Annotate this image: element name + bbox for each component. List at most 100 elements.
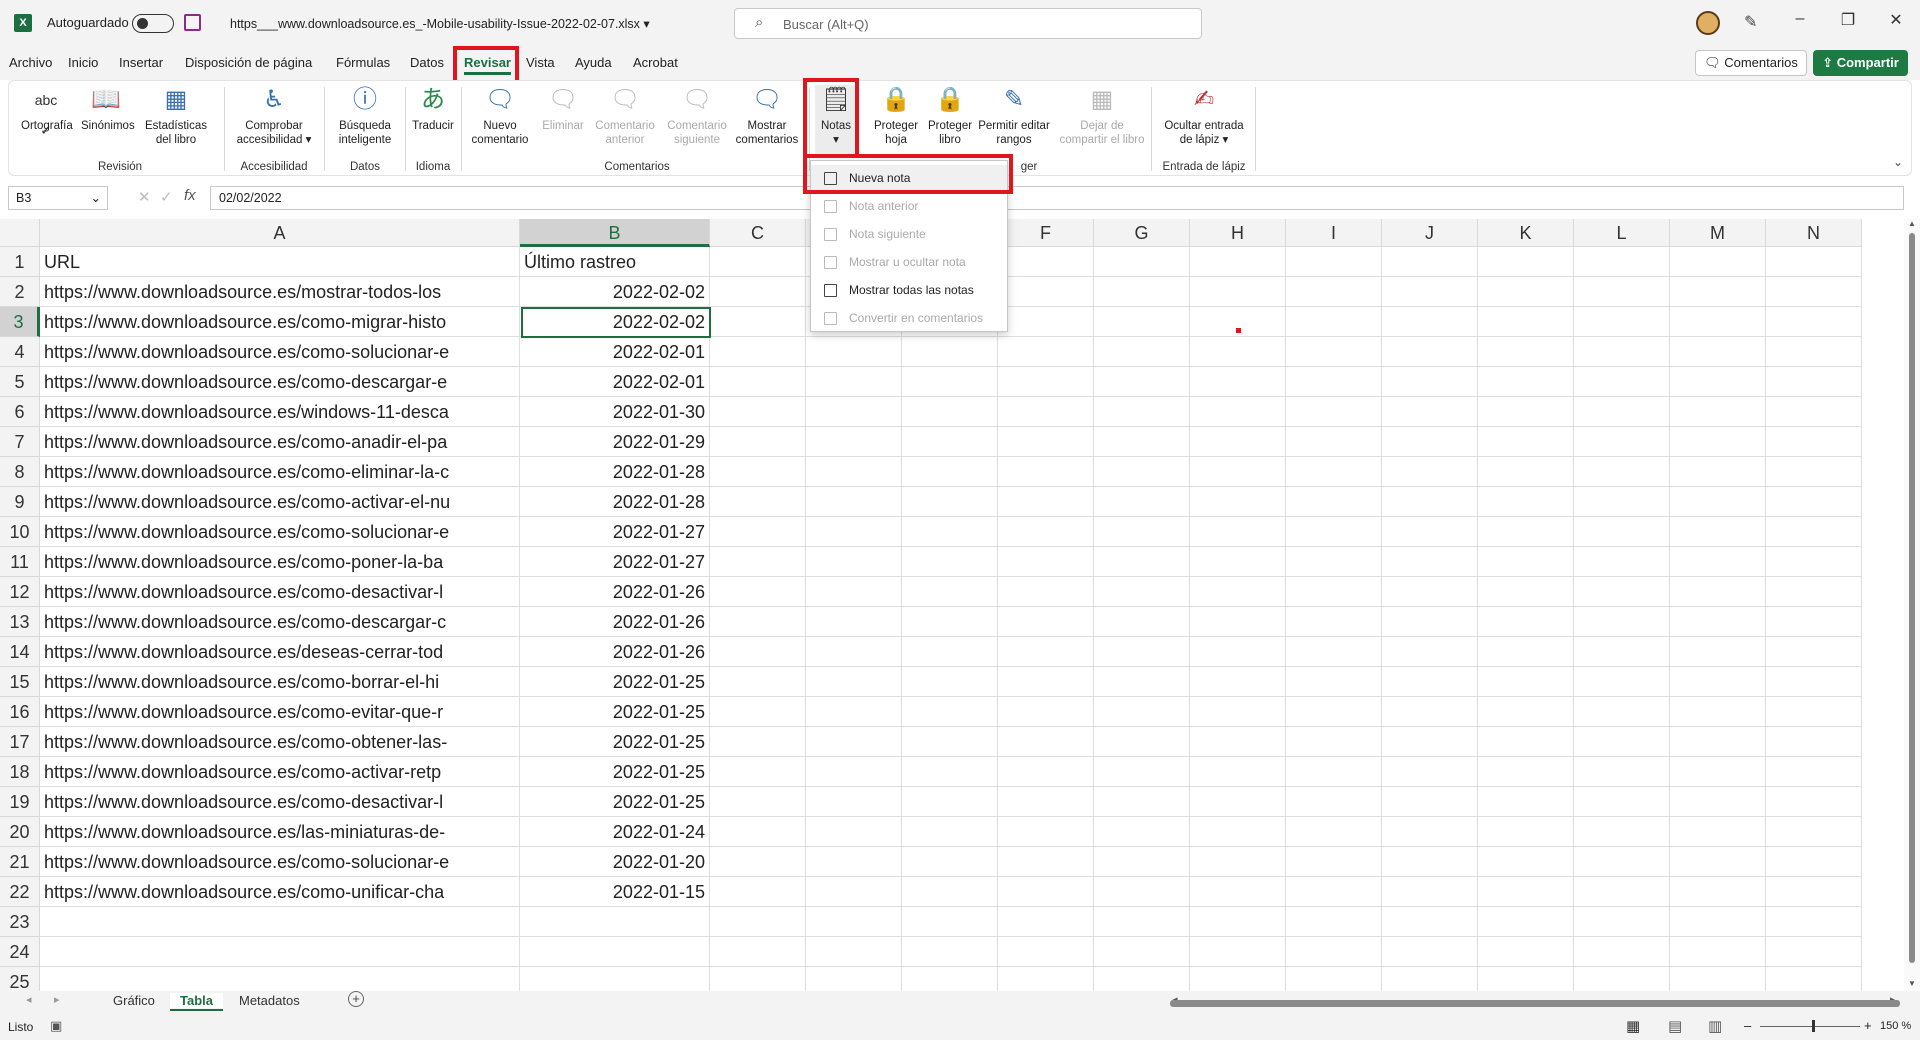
cell-empty[interactable] [902,697,998,727]
cell-empty[interactable] [902,667,998,697]
nuevo-comentario-button[interactable]: 🗨 Nuevo comentario [467,85,533,147]
cell-empty[interactable] [1382,247,1478,277]
cell-empty[interactable] [1190,277,1286,307]
cell-date[interactable]: 2022-01-20 [520,847,710,877]
formula-input[interactable]: 02/02/2022 [210,186,1904,210]
file-name[interactable]: https___www.downloadsource.es_-Mobile-us… [230,16,650,31]
cell-empty[interactable] [1574,877,1670,907]
eliminar-button[interactable]: 🗨 Eliminar [537,85,589,133]
cell-empty[interactable] [806,727,902,757]
cell-empty[interactable] [998,757,1094,787]
row-header[interactable]: 12 [0,577,40,607]
cell-empty[interactable] [1478,307,1574,337]
cell-empty[interactable] [806,517,902,547]
cell-empty[interactable] [998,307,1094,337]
cell-empty[interactable] [1766,877,1862,907]
row-header[interactable]: 14 [0,637,40,667]
cell-empty[interactable] [998,877,1094,907]
cell-empty[interactable] [902,367,998,397]
cell-empty[interactable] [1766,757,1862,787]
collapse-ribbon-icon[interactable]: ⌄ [1893,155,1903,169]
cell-empty[interactable] [1478,697,1574,727]
cell-empty[interactable] [1574,337,1670,367]
column-header[interactable]: K [1478,219,1574,247]
cell-empty[interactable] [1094,847,1190,877]
cell-empty[interactable] [1766,907,1862,937]
cell-empty[interactable] [1190,517,1286,547]
cell-empty[interactable] [1286,847,1382,877]
comprobar-button[interactable]: ♿ Comprobar accesibilidad ▾ [229,85,319,147]
cell-empty[interactable] [998,367,1094,397]
vertical-scroll-thumb[interactable] [1909,233,1915,963]
cell-url[interactable]: https://www.downloadsource.es/como-soluc… [40,847,520,877]
cell-empty[interactable] [1766,787,1862,817]
notes-menu-item[interactable]: Mostrar todas las notas [811,277,1007,303]
row-header[interactable]: 2 [0,277,40,307]
cell-empty[interactable] [1766,967,1862,991]
cell-empty[interactable] [1574,937,1670,967]
column-header[interactable]: L [1574,219,1670,247]
cell-empty[interactable] [1190,667,1286,697]
cell-url[interactable]: https://www.downloadsource.es/como-soluc… [40,517,520,547]
cell-empty[interactable] [1190,757,1286,787]
cell-url[interactable]: https://www.downloadsource.es/como-activ… [40,757,520,787]
cell-empty[interactable] [1286,427,1382,457]
cell-empty[interactable] [1574,907,1670,937]
cell-empty[interactable] [1670,247,1766,277]
cell-empty[interactable] [1670,907,1766,937]
next-sheet-icon[interactable]: ▸ [54,993,60,1006]
cell-empty[interactable] [1382,967,1478,991]
cell-empty[interactable] [1478,967,1574,991]
cell-empty[interactable] [1190,547,1286,577]
tab-datos[interactable]: Datos [410,55,444,70]
cell-empty[interactable] [1190,247,1286,277]
column-header[interactable]: J [1382,219,1478,247]
cell-url[interactable]: https://www.downloadsource.es/como-desca… [40,607,520,637]
row-header[interactable]: 22 [0,877,40,907]
cell-empty[interactable] [1382,847,1478,877]
row-header[interactable]: 17 [0,727,40,757]
sheet-tab-tabla[interactable]: Tabla [170,993,223,1011]
cell-empty[interactable] [1766,937,1862,967]
cell-empty[interactable] [1286,607,1382,637]
cell-url[interactable]: https://www.downloadsource.es/como-anadi… [40,427,520,457]
cell-empty[interactable] [1670,277,1766,307]
cell-empty[interactable] [902,757,998,787]
cell-empty[interactable] [710,427,806,457]
normal-view-icon[interactable]: ▦ [1626,1017,1640,1035]
cell-empty[interactable] [902,787,998,817]
cell-empty[interactable] [1478,937,1574,967]
cell-empty[interactable] [1382,397,1478,427]
cell-empty[interactable] [902,967,998,991]
cell-empty[interactable] [1286,637,1382,667]
cell-empty[interactable] [1190,817,1286,847]
mostrar-comentarios-button[interactable]: 🗨 Mostrar comentarios [731,85,803,147]
cell-empty[interactable] [1190,907,1286,937]
cell-url[interactable]: https://www.downloadsource.es/como-poner… [40,547,520,577]
cell-empty[interactable] [998,337,1094,367]
cell-empty[interactable] [1286,457,1382,487]
cell-empty[interactable] [1094,247,1190,277]
cell-empty[interactable] [1766,817,1862,847]
cell-date[interactable]: 2022-01-28 [520,487,710,517]
cancel-icon[interactable]: ✕ [138,188,151,206]
vertical-scrollbar[interactable]: ▲ ▼ [1904,219,1920,991]
row-header[interactable]: 10 [0,517,40,547]
cell-empty[interactable] [902,487,998,517]
cell-empty[interactable] [806,877,902,907]
cell-empty[interactable] [1094,667,1190,697]
cell-empty[interactable] [806,577,902,607]
zoom-slider-handle[interactable] [1812,1020,1815,1032]
cell-date[interactable]: 2022-01-25 [520,697,710,727]
save-icon[interactable] [184,14,201,31]
restore-icon[interactable]: ❐ [1828,10,1868,30]
cell-empty[interactable] [1190,457,1286,487]
estadisticas-button[interactable]: ▦ Estadísticas del libro [141,85,211,147]
cell-empty[interactable] [710,337,806,367]
cell-empty[interactable] [1478,877,1574,907]
column-header[interactable]: H [1190,219,1286,247]
cell-empty[interactable] [1286,757,1382,787]
row-header[interactable]: 1 [0,247,40,277]
cell-empty[interactable] [1094,307,1190,337]
cell-empty[interactable] [1670,727,1766,757]
